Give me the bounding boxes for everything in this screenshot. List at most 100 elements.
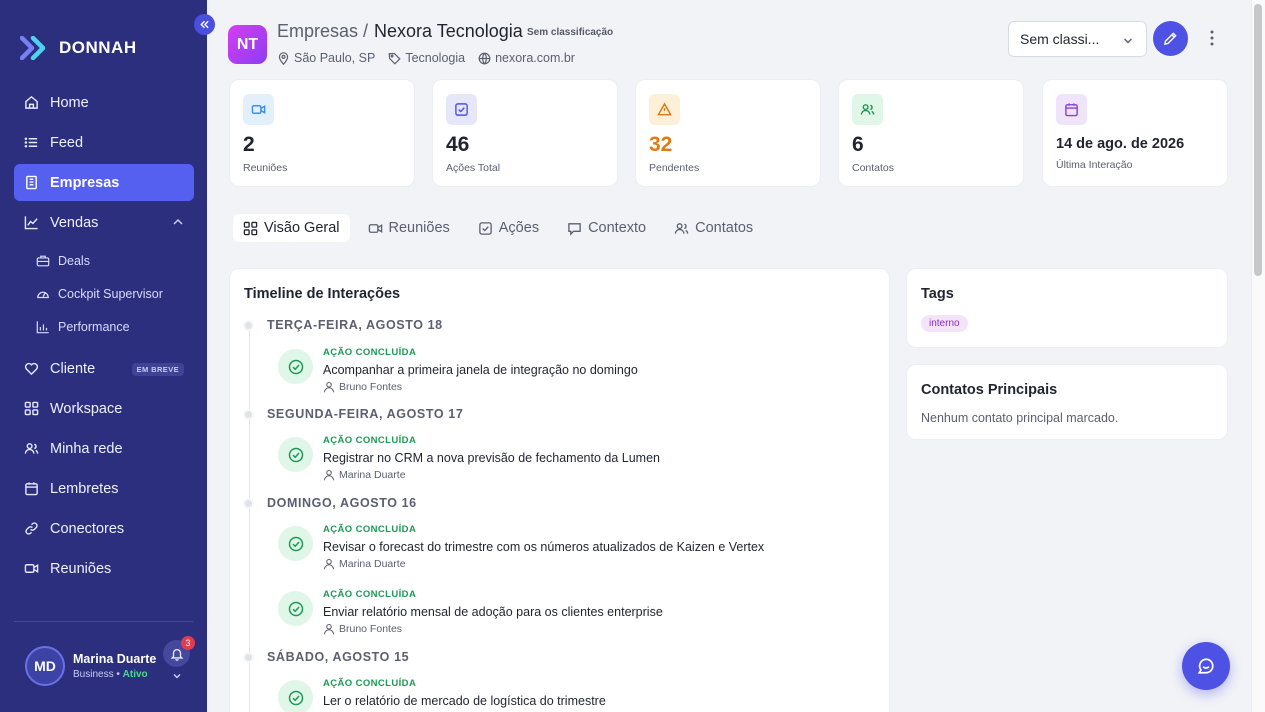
stat-label: Ações Total xyxy=(446,162,501,174)
chart-line-icon xyxy=(23,214,40,231)
bar-chart-icon xyxy=(36,320,50,334)
calendar-icon xyxy=(23,480,40,497)
checkbox-icon xyxy=(478,221,493,236)
chevron-down-icon[interactable] xyxy=(171,670,183,682)
user-profile[interactable]: MD Marina Duarte Business • Ativo xyxy=(25,646,156,686)
coming-soon-badge: EM BREVE xyxy=(131,363,184,376)
event-text: Revisar o forecast do trimestre com os n… xyxy=(323,540,765,554)
more-options-button[interactable] xyxy=(1204,29,1220,47)
tab-contatos[interactable]: Contatos xyxy=(664,214,763,242)
globe-icon xyxy=(478,52,491,65)
sidebar-item-home[interactable]: Home xyxy=(14,84,194,121)
sidebar-subitem-deals[interactable]: Deals xyxy=(14,244,194,277)
stat-label: Pendentes xyxy=(649,162,700,174)
tab-label: Contatos xyxy=(695,220,754,236)
timeline-event[interactable]: AÇÃO CONCLUÍDA Revisar o forecast do tri… xyxy=(278,524,764,570)
sidebar-item-empresas[interactable]: Empresas xyxy=(14,164,194,201)
user-icon xyxy=(323,381,335,393)
sidebar-nav: Home Feed Empresas Vendas Deals Cockpit … xyxy=(14,84,194,590)
event-user-name: Bruno Fontes xyxy=(339,623,403,635)
event-status: AÇÃO CONCLUÍDA xyxy=(323,678,417,689)
video-icon xyxy=(368,221,383,236)
stat-value: 2 xyxy=(243,133,255,156)
event-user: Bruno Fontes xyxy=(323,623,663,635)
user-icon xyxy=(323,623,335,635)
users-icon xyxy=(23,440,40,457)
logo-icon xyxy=(20,36,49,60)
grid-icon xyxy=(243,221,258,236)
tab-bar: Visão Geral Reuniões Ações Contexto Cont… xyxy=(233,214,763,242)
page-scrollbar[interactable] xyxy=(1251,0,1265,712)
sidebar-subitem-label: Cockpit Supervisor xyxy=(58,286,163,301)
stat-value: 6 xyxy=(852,133,864,156)
warning-icon xyxy=(649,94,680,125)
sidebar-item-cliente[interactable]: Cliente EM BREVE xyxy=(14,350,194,387)
sidebar-item-vendas[interactable]: Vendas xyxy=(14,204,194,241)
event-user: Marina Duarte xyxy=(323,469,660,481)
vertical-dots-icon xyxy=(1204,29,1220,47)
tag-chip[interactable]: interno xyxy=(921,315,968,332)
grid-icon xyxy=(23,400,40,417)
sidebar-item-reunioes[interactable]: Reuniões xyxy=(14,550,194,587)
avatar: MD xyxy=(25,646,65,686)
tab-contexto[interactable]: Contexto xyxy=(557,214,656,242)
tab-label: Ações xyxy=(498,220,540,236)
tab-acoes[interactable]: Ações xyxy=(468,214,549,242)
brand-name: DONNAH xyxy=(59,38,137,57)
list-icon xyxy=(23,134,40,151)
timeline-card: Timeline de Interações TERÇA-FEIRA, AGOS… xyxy=(229,268,890,712)
tag-icon xyxy=(388,52,401,65)
users-icon xyxy=(674,221,689,236)
check-circle-icon xyxy=(278,526,313,561)
sidebar: DONNAH Home Feed Empresas Vendas Deals C… xyxy=(0,0,207,712)
event-status: AÇÃO CONCLUÍDA xyxy=(323,524,417,535)
classification-select[interactable]: Sem classi... xyxy=(1008,21,1147,57)
collapse-sidebar-button[interactable] xyxy=(194,14,215,35)
chat-icon xyxy=(567,221,582,236)
sidebar-item-label: Empresas xyxy=(50,174,120,191)
page-title: Nexora Tecnologia xyxy=(374,21,523,41)
chevron-up-icon[interactable] xyxy=(171,215,185,229)
map-pin-icon xyxy=(277,51,290,65)
brand-logo[interactable]: DONNAH xyxy=(20,36,137,60)
sidebar-subitem-cockpit[interactable]: Cockpit Supervisor xyxy=(14,277,194,310)
tab-reunioes[interactable]: Reuniões xyxy=(358,214,460,242)
event-user: Bruno Fontes xyxy=(323,381,638,393)
sidebar-subitem-label: Deals xyxy=(58,253,90,268)
tab-visao-geral[interactable]: Visão Geral xyxy=(233,214,350,242)
sidebar-item-workspace[interactable]: Workspace xyxy=(14,390,194,427)
user-icon xyxy=(323,469,335,481)
tags-card: Tags interno xyxy=(906,268,1228,348)
timeline-event[interactable]: AÇÃO CONCLUÍDA Registrar no CRM a nova p… xyxy=(278,435,660,481)
scrollbar-thumb[interactable] xyxy=(1254,4,1262,276)
timeline-event[interactable]: AÇÃO CONCLUÍDA Enviar relatório mensal d… xyxy=(278,589,663,635)
sidebar-item-minha-rede[interactable]: Minha rede xyxy=(14,430,194,467)
users-icon xyxy=(852,94,883,125)
sidebar-item-feed[interactable]: Feed xyxy=(14,124,194,161)
gauge-icon xyxy=(36,287,50,301)
breadcrumb: Empresas / Nexora Tecnologia xyxy=(277,21,523,42)
sidebar-item-label: Reuniões xyxy=(50,560,112,577)
timeline-dot xyxy=(243,497,254,509)
event-status: AÇÃO CONCLUÍDA xyxy=(323,435,417,446)
stat-value: 14 de ago. de 2026 xyxy=(1056,136,1185,152)
calendar-icon xyxy=(1056,94,1087,125)
contatos-principais-card: Contatos Principais Nenhum contato princ… xyxy=(906,364,1228,440)
sidebar-item-lembretes[interactable]: Lembretes xyxy=(14,470,194,507)
chat-button[interactable] xyxy=(1182,642,1230,690)
location-text: São Paulo, SP xyxy=(294,51,376,65)
tab-label: Visão Geral xyxy=(264,220,340,236)
stat-card-ultima-interacao: 14 de ago. de 2026 Última Interação xyxy=(1042,79,1228,187)
home-icon xyxy=(23,94,40,111)
empty-state-text: Nenhum contato principal marcado. xyxy=(921,411,1119,425)
sidebar-item-label: Minha rede xyxy=(50,440,123,457)
breadcrumb-parent-link[interactable]: Empresas / xyxy=(277,21,368,42)
timeline-event[interactable]: AÇÃO CONCLUÍDA Acompanhar a primeira jan… xyxy=(278,347,638,393)
sidebar-subitem-performance[interactable]: Performance xyxy=(14,310,194,343)
sidebar-item-conectores[interactable]: Conectores xyxy=(14,510,194,547)
company-website[interactable]: nexora.com.br xyxy=(478,51,575,65)
edit-button[interactable] xyxy=(1153,21,1188,56)
timeline-date-label: SÁBADO, AGOSTO 15 xyxy=(267,650,410,664)
check-circle-icon xyxy=(278,680,313,712)
timeline-event[interactable]: AÇÃO CONCLUÍDA Ler o relatório de mercad… xyxy=(278,678,606,712)
